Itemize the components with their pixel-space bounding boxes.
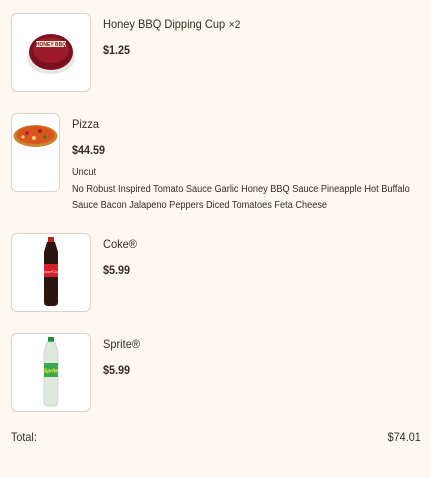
svg-text:HONEY BBQ: HONEY BBQ (36, 42, 66, 48)
item-quantity: ×2 (228, 19, 241, 31)
item-price: $1.25 (103, 43, 131, 57)
pizza-image (11, 113, 60, 192)
item-name: Coke® (103, 237, 137, 251)
item-name: Pizza (72, 117, 99, 131)
item-name: Sprite® (103, 337, 140, 351)
item-toppings: No Robust Inspired Tomato Sauce Garlic H… (72, 184, 410, 211)
item-price: $5.99 (103, 363, 131, 377)
item-crust-option: Uncut (72, 167, 97, 178)
cart-item: Sprite Sprite® $5.99 (11, 333, 143, 412)
cart-item: HONEY BBQ Honey BBQ Dipping Cup ×2 $1.25 (11, 13, 252, 92)
coke-bottle-image: Coca-Cola (11, 233, 91, 312)
svg-text:Coca-Cola: Coca-Cola (41, 269, 61, 274)
cart-item: Coca-Cola Coke® $5.99 (11, 233, 140, 312)
svg-text:Sprite: Sprite (44, 369, 58, 375)
sprite-bottle-image: Sprite (11, 333, 91, 412)
order-total: Total: $74.01 (11, 430, 421, 444)
item-price: $44.59 (72, 143, 106, 157)
total-label: Total: (11, 430, 37, 444)
cart-item: Pizza $44.59 Uncut No Robust Inspired To… (11, 113, 431, 214)
item-price: $5.99 (103, 263, 131, 277)
honey-bbq-cup-image: HONEY BBQ (11, 13, 91, 92)
total-value: $74.01 (387, 430, 421, 444)
item-name: Honey BBQ Dipping Cup (103, 17, 226, 31)
